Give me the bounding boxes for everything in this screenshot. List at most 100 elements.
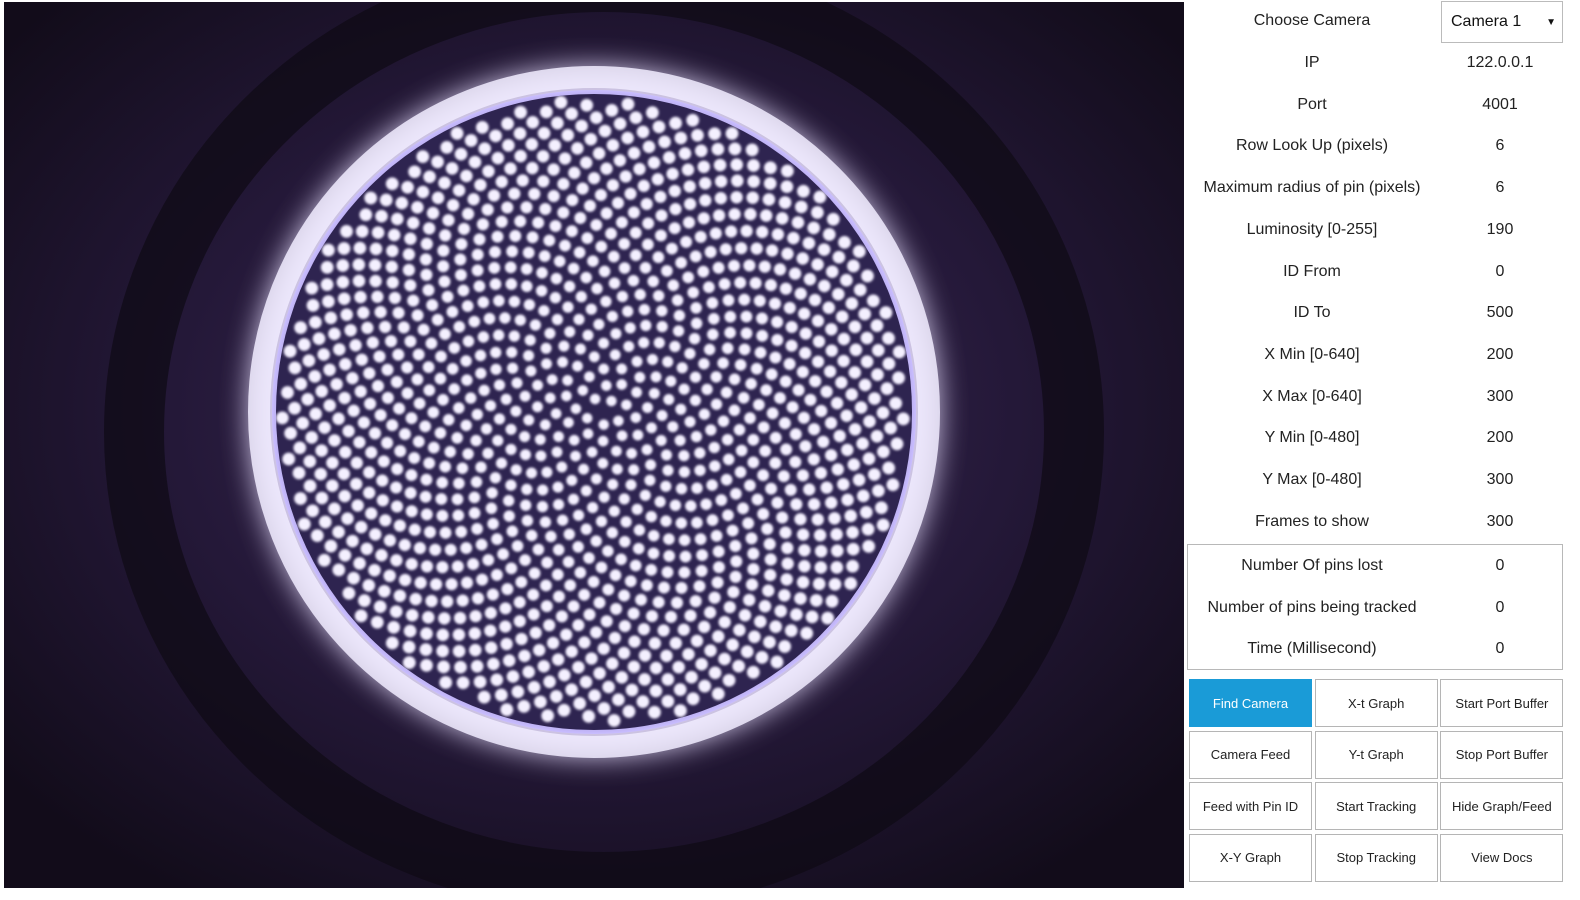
pin-dot bbox=[502, 654, 516, 667]
hide-graph-feed-button[interactable]: Hide Graph/Feed bbox=[1440, 782, 1564, 831]
row-look-up-row: Row Look Up (pixels) 6 bbox=[1186, 125, 1566, 167]
id-to-input[interactable]: 500 bbox=[1438, 304, 1562, 322]
pin-dot bbox=[460, 542, 473, 555]
pin-dot bbox=[817, 243, 831, 256]
y-t-graph-button[interactable]: Y-t Graph bbox=[1314, 730, 1438, 779]
pin-dot bbox=[781, 557, 794, 570]
port-input[interactable]: 4001 bbox=[1438, 96, 1562, 114]
pin-dot bbox=[506, 525, 519, 538]
pin-dot bbox=[582, 428, 594, 440]
pin-dot bbox=[690, 302, 702, 314]
pin-dot bbox=[728, 142, 742, 156]
pin-dot bbox=[781, 164, 794, 178]
pin-dot bbox=[675, 256, 687, 269]
pin-dot bbox=[462, 448, 474, 460]
pin-dot bbox=[673, 683, 687, 696]
pin-dot bbox=[310, 529, 324, 542]
pin-dot bbox=[379, 193, 393, 207]
pin-dot bbox=[656, 320, 668, 333]
pin-dot bbox=[402, 248, 416, 261]
stop-tracking-button[interactable]: Stop Tracking bbox=[1314, 833, 1438, 882]
start-tracking-button[interactable]: Start Tracking bbox=[1314, 782, 1438, 831]
y-min-input[interactable]: 200 bbox=[1438, 429, 1562, 447]
x-y-graph-button[interactable]: X-Y Graph bbox=[1189, 833, 1312, 882]
view-docs-button[interactable]: View Docs bbox=[1440, 833, 1564, 882]
pin-dot bbox=[314, 467, 327, 481]
pin-dot bbox=[695, 657, 708, 671]
pin-dot bbox=[708, 441, 720, 454]
pin-dot bbox=[427, 406, 440, 419]
pin-dot bbox=[574, 212, 587, 224]
pin-dot bbox=[602, 680, 615, 694]
pin-dot bbox=[798, 307, 811, 320]
pin-dot bbox=[566, 225, 578, 238]
luminosity-input[interactable]: 190 bbox=[1438, 221, 1562, 239]
pin-dot bbox=[389, 605, 403, 618]
pin-dot bbox=[708, 591, 721, 604]
pin-dot bbox=[513, 596, 526, 609]
camera-feed-button[interactable]: Camera Feed bbox=[1189, 730, 1312, 779]
ip-input[interactable]: 122.0.0.1 bbox=[1438, 54, 1562, 72]
pin-dot bbox=[778, 589, 791, 602]
pin-dot bbox=[402, 263, 415, 277]
pin-dot bbox=[464, 134, 478, 147]
pin-dot bbox=[353, 241, 367, 255]
pin-dot bbox=[474, 349, 487, 362]
pin-dot bbox=[357, 306, 370, 319]
pin-dot bbox=[475, 538, 488, 551]
pin-dot bbox=[553, 499, 565, 511]
pin-dot bbox=[674, 131, 688, 145]
pin-dot bbox=[775, 212, 789, 225]
id-from-input[interactable]: 0 bbox=[1438, 263, 1562, 281]
x-t-graph-button[interactable]: X-t Graph bbox=[1314, 679, 1438, 727]
pin-dot bbox=[491, 230, 504, 243]
feed-with-pin-id-button[interactable]: Feed with Pin ID bbox=[1189, 782, 1312, 831]
pin-dot bbox=[672, 325, 685, 337]
pin-dot bbox=[435, 493, 448, 505]
x-min-input[interactable]: 200 bbox=[1438, 346, 1562, 364]
pin-dot bbox=[404, 335, 417, 348]
y-max-input[interactable]: 300 bbox=[1438, 471, 1562, 489]
pin-dot bbox=[837, 332, 851, 346]
pin-dot bbox=[338, 489, 351, 503]
pin-dot bbox=[852, 245, 866, 258]
row-look-up-input[interactable]: 6 bbox=[1438, 137, 1562, 155]
pin-dot bbox=[317, 348, 330, 361]
pin-dot bbox=[405, 505, 418, 518]
pin-dot bbox=[769, 620, 782, 633]
stop-port-buffer-button[interactable]: Stop Port Buffer bbox=[1440, 730, 1564, 779]
pin-dot bbox=[769, 431, 782, 444]
pin-dot bbox=[758, 260, 771, 273]
pin-dot bbox=[824, 416, 838, 430]
pin-dot bbox=[437, 244, 450, 257]
pin-dot bbox=[852, 473, 866, 487]
frames-to-show-row: Frames to show 300 bbox=[1186, 501, 1566, 543]
start-port-buffer-button[interactable]: Start Port Buffer bbox=[1440, 679, 1564, 727]
pin-dot bbox=[673, 309, 686, 322]
pin-dot bbox=[807, 498, 821, 511]
pin-dot bbox=[669, 636, 682, 650]
frames-to-show-input[interactable]: 300 bbox=[1438, 513, 1562, 531]
pin-dot bbox=[536, 500, 549, 513]
camera-select[interactable]: Camera 1 ▼ bbox=[1441, 1, 1563, 43]
pin-dot bbox=[564, 326, 576, 338]
pin-dot bbox=[572, 541, 584, 553]
pin-dot bbox=[303, 455, 317, 468]
pin-dot bbox=[508, 330, 520, 342]
pin-dot bbox=[622, 705, 636, 718]
pin-dot bbox=[587, 502, 599, 514]
pin-dot bbox=[756, 312, 768, 325]
find-camera-button[interactable]: Find Camera bbox=[1189, 679, 1312, 727]
pin-dot bbox=[686, 113, 700, 127]
x-max-input[interactable]: 300 bbox=[1438, 388, 1562, 406]
pin-dot bbox=[320, 278, 334, 291]
pin-dot bbox=[811, 513, 824, 526]
pin-dot bbox=[711, 687, 725, 701]
pin-dot bbox=[694, 533, 707, 545]
pin-dot bbox=[709, 227, 722, 240]
pin-dot bbox=[662, 464, 674, 476]
pin-dot bbox=[362, 579, 376, 592]
pin-dot bbox=[744, 208, 757, 221]
pin-dot bbox=[610, 602, 623, 615]
max-pin-radius-input[interactable]: 6 bbox=[1438, 179, 1562, 197]
